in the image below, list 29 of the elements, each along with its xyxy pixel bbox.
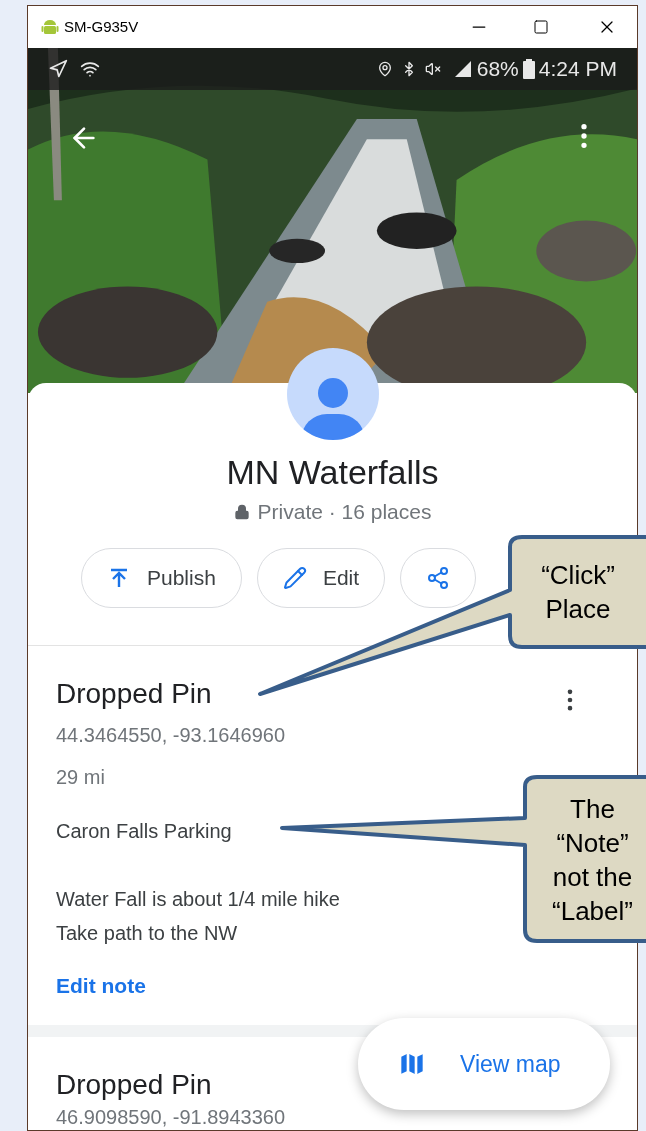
place-coordinates: 44.3464550, -93.1646960: [56, 722, 287, 748]
callout-text: “Click” Place: [540, 559, 616, 626]
place-title[interactable]: Dropped Pin: [56, 1067, 212, 1103]
clock: 4:24 PM: [538, 56, 617, 83]
wifi-icon: [80, 59, 100, 79]
note-line: Take path to the NW: [56, 920, 238, 946]
pencil-icon: [282, 565, 307, 590]
maximize-icon[interactable]: [533, 19, 549, 35]
place-distance: 29 mi: [56, 764, 106, 790]
place-coordinates: 46.9098590, -91.8943360: [56, 1105, 287, 1129]
lock-icon: [233, 503, 250, 520]
mute-icon: [424, 61, 441, 77]
edit-note-link[interactable]: Edit note: [56, 969, 146, 1001]
edit-button[interactable]: Edit: [256, 547, 386, 608]
battery-icon: [522, 59, 535, 79]
publish-button[interactable]: Publish: [81, 547, 242, 608]
navigation-icon: [48, 59, 68, 79]
android-icon: [40, 17, 60, 37]
view-map-button[interactable]: View map: [358, 1018, 610, 1110]
location-icon: [376, 61, 393, 77]
list-title: MN Waterfalls: [226, 452, 439, 493]
battery-percent: 68%: [476, 56, 519, 83]
privacy-label: Private · 16 places: [257, 499, 432, 525]
place-title[interactable]: Dropped Pin: [56, 675, 212, 712]
note-line: Water Fall is about 1/4 mile hike: [56, 886, 340, 912]
share-icon: [426, 565, 451, 590]
window-title: SM-G935V: [64, 16, 139, 37]
callout-text: The “Note” not the “Label”: [551, 793, 634, 928]
share-button[interactable]: [400, 547, 477, 608]
